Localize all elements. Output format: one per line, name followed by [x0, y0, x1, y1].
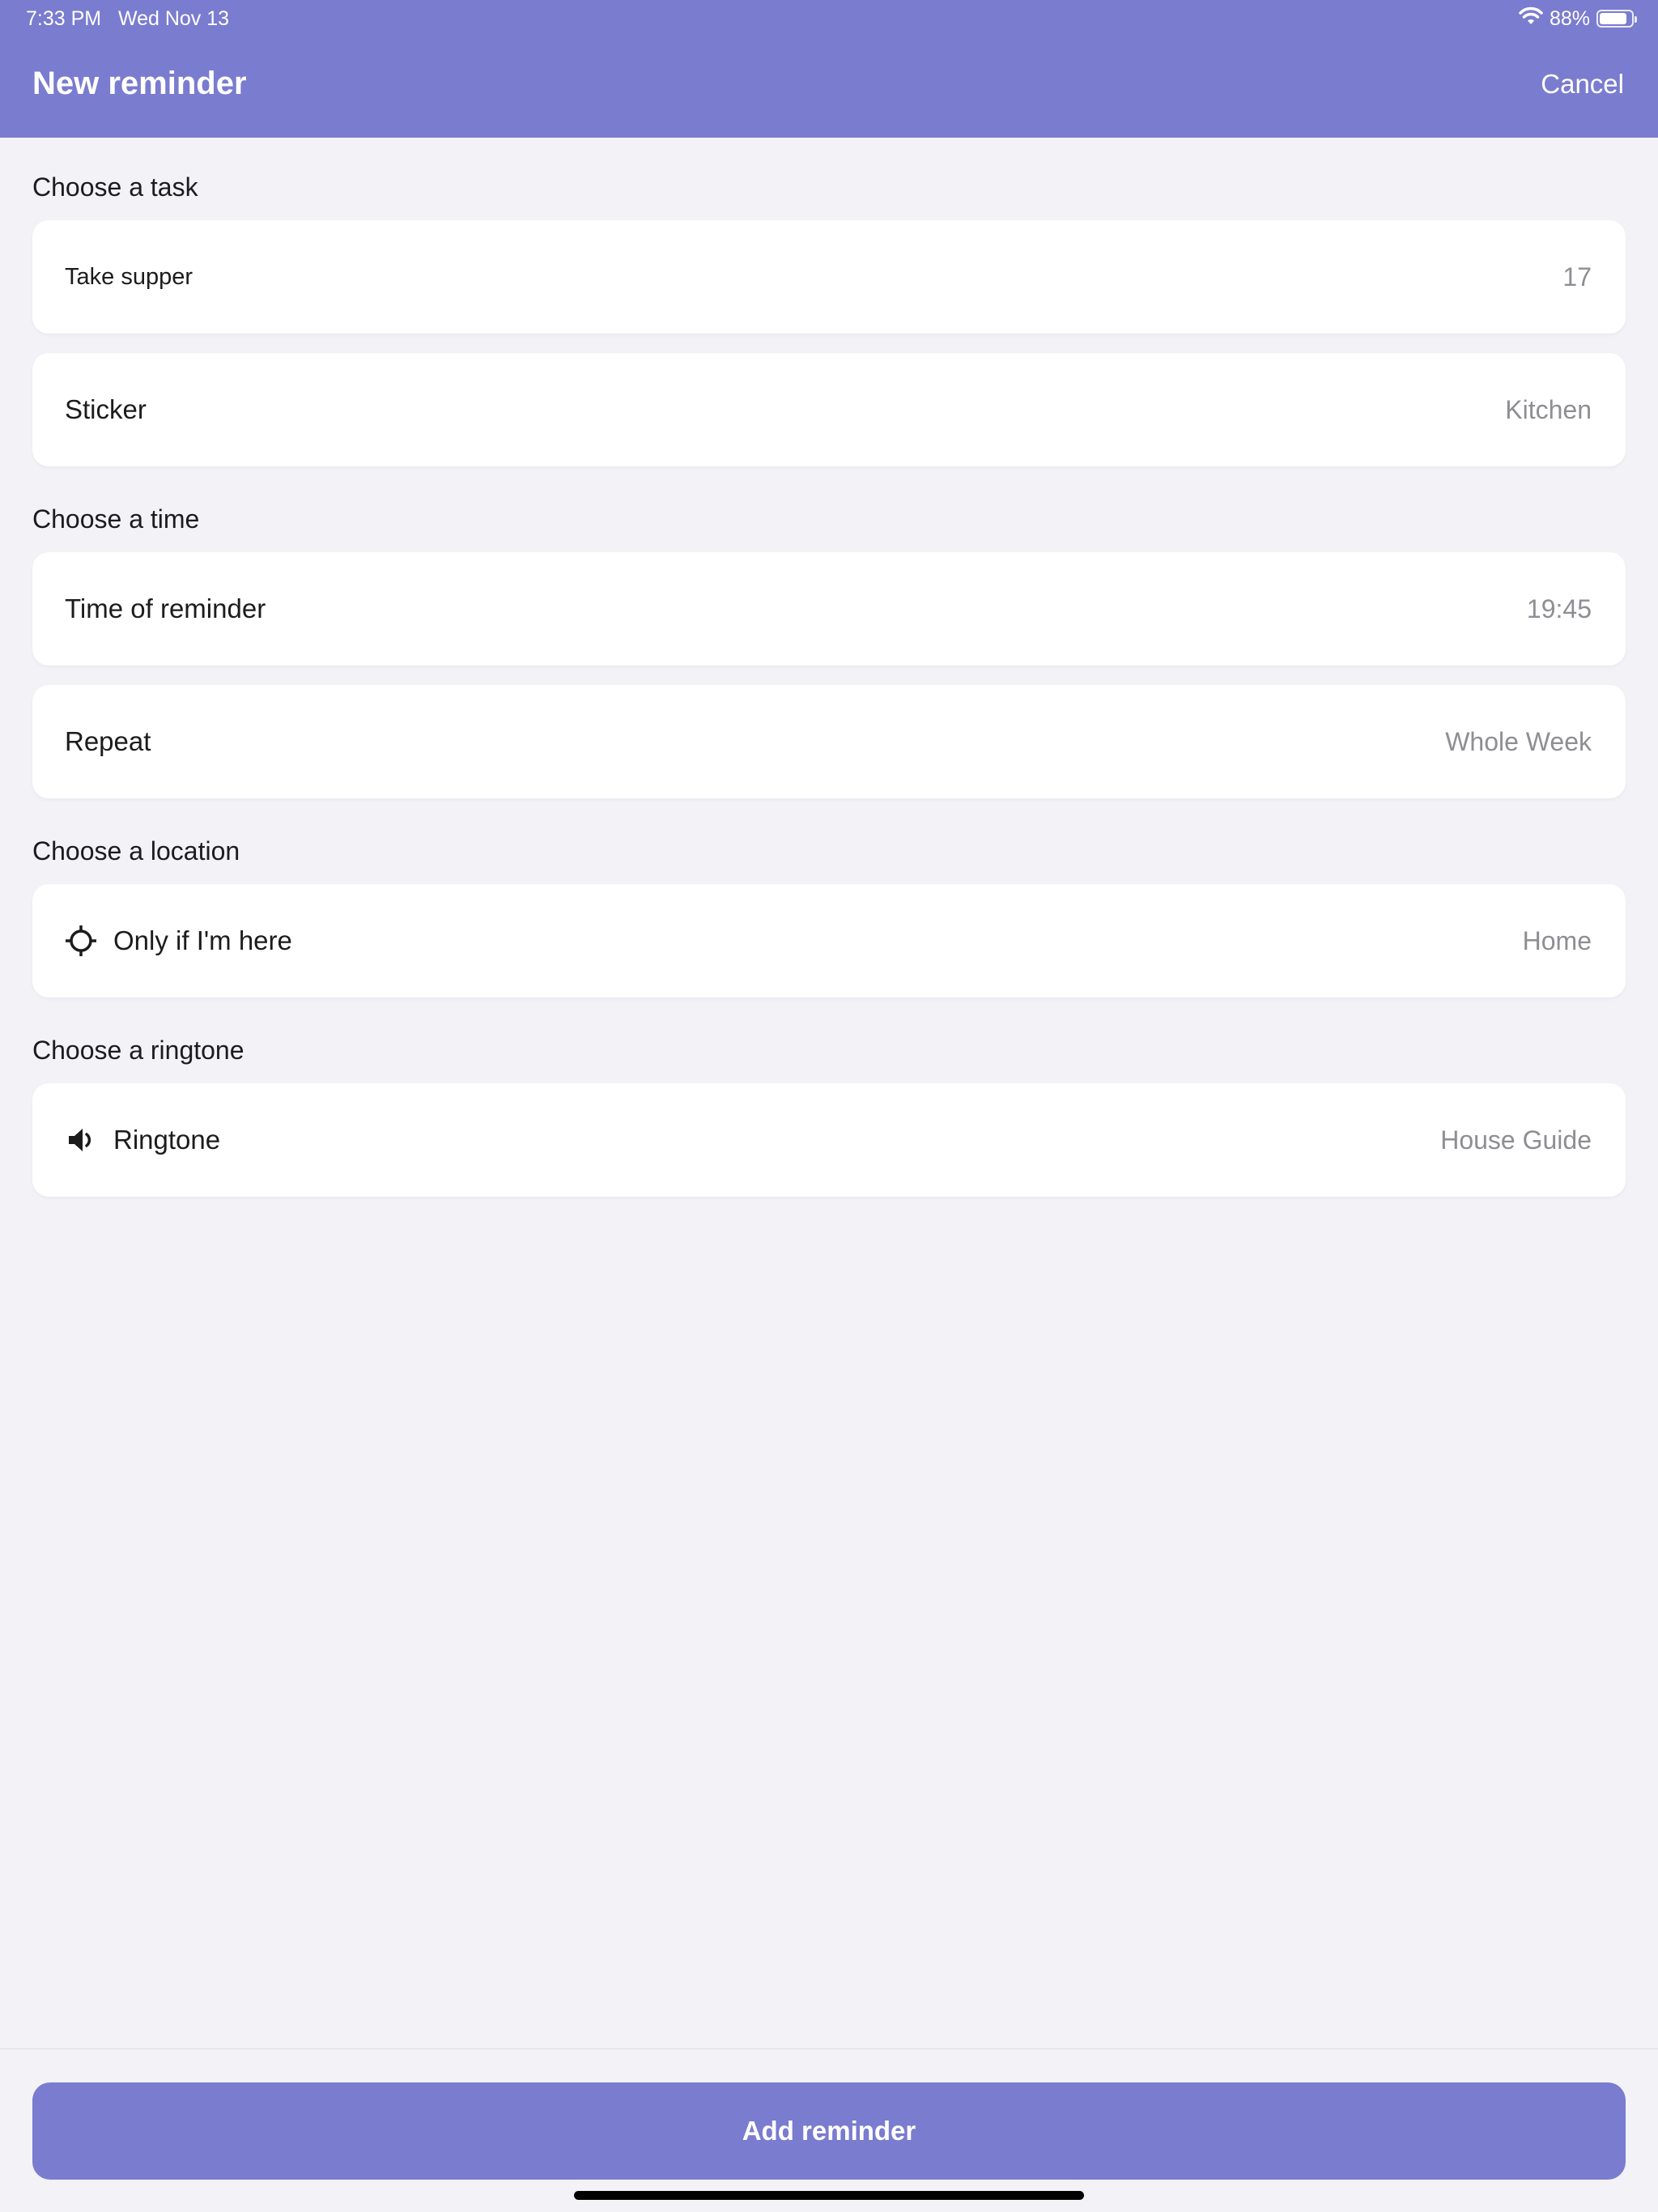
status-right: 88% [1519, 5, 1637, 32]
task-label: Take supper [65, 263, 193, 290]
ringtone-value: House Guide [1440, 1125, 1592, 1155]
header-bar: 7:33 PM Wed Nov 13 88% New reminder Canc… [0, 0, 1658, 138]
status-time-date: 7:33 PM Wed Nov 13 [26, 7, 230, 30]
repeat-row[interactable]: Repeat Whole Week [32, 685, 1626, 798]
cancel-button[interactable]: Cancel [1541, 66, 1624, 102]
sticker-row[interactable]: Sticker Kitchen [32, 353, 1626, 466]
task-row[interactable]: Take supper 17 [32, 220, 1626, 334]
wifi-icon [1519, 6, 1543, 32]
page-title: New reminder [32, 66, 247, 101]
location-label: Only if I'm here [113, 925, 292, 955]
time-of-reminder-row[interactable]: Time of reminder 19:45 [32, 552, 1626, 666]
footer-divider [0, 2048, 1658, 2049]
battery-percent: 88% [1549, 6, 1590, 30]
section-title-task: Choose a task [32, 172, 198, 202]
section-title-time: Choose a time [32, 504, 200, 534]
sticker-value: Kitchen [1505, 394, 1592, 424]
speaker-icon [65, 1124, 97, 1156]
section-title-ringtone: Choose a ringtone [32, 1036, 244, 1065]
battery-icon [1596, 10, 1637, 28]
repeat-label: Repeat [65, 726, 151, 756]
time-value: 19:45 [1526, 593, 1592, 623]
battery-fill [1600, 13, 1627, 24]
repeat-value: Whole Week [1445, 726, 1592, 756]
ringtone-label: Ringtone [113, 1125, 221, 1155]
location-crosshair-icon [65, 925, 97, 957]
home-indicator [574, 2191, 1084, 2200]
sticker-label: Sticker [65, 394, 147, 424]
add-reminder-button[interactable]: Add reminder [32, 2082, 1626, 2180]
ringtone-row[interactable]: Ringtone House Guide [32, 1083, 1626, 1197]
time-label: Time of reminder [65, 593, 266, 623]
section-title-location: Choose a location [32, 836, 240, 866]
location-row[interactable]: Only if I'm here Home [32, 884, 1626, 998]
task-value: 17 [1562, 262, 1592, 291]
location-value: Home [1522, 925, 1592, 955]
